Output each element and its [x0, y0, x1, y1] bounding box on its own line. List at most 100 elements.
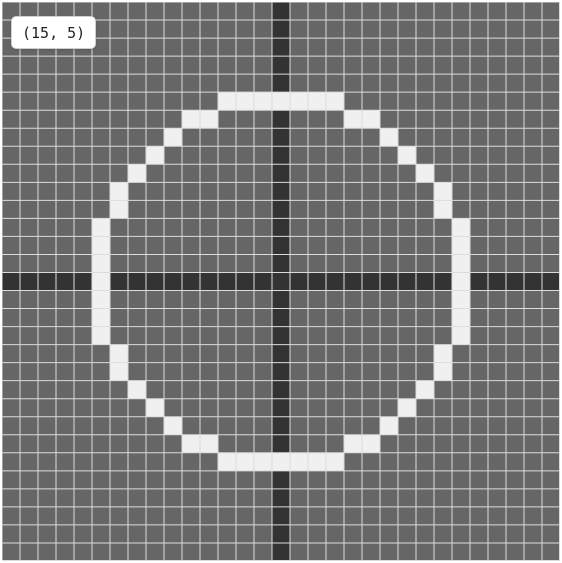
filled-cell[interactable] [290, 92, 308, 111]
filled-cell[interactable] [452, 326, 470, 345]
filled-cell[interactable] [452, 254, 470, 273]
filled-cell[interactable] [128, 380, 146, 399]
x-axis-cell[interactable] [20, 272, 38, 291]
y-axis-cell[interactable] [272, 488, 290, 507]
filled-cell[interactable] [218, 92, 236, 111]
x-axis-cell[interactable] [272, 272, 290, 291]
filled-cell[interactable] [272, 92, 290, 111]
filled-cell[interactable] [92, 236, 110, 255]
filled-cell[interactable] [218, 452, 236, 471]
filled-cell[interactable] [434, 182, 452, 201]
filled-cell[interactable] [146, 398, 164, 417]
filled-cell[interactable] [308, 92, 326, 111]
x-axis-cell[interactable] [416, 272, 434, 291]
y-axis-cell[interactable] [272, 290, 290, 309]
filled-cell[interactable] [326, 92, 344, 111]
x-axis-cell[interactable] [308, 272, 326, 291]
x-axis-cell[interactable] [146, 272, 164, 291]
filled-cell[interactable] [362, 110, 380, 129]
y-axis-cell[interactable] [272, 542, 290, 561]
y-axis-cell[interactable] [272, 308, 290, 327]
filled-cell[interactable] [182, 434, 200, 453]
filled-cell[interactable] [146, 146, 164, 165]
filled-cell[interactable] [398, 146, 416, 165]
x-axis-cell[interactable] [2, 272, 20, 291]
filled-cell[interactable] [182, 110, 200, 129]
filled-cell[interactable] [92, 218, 110, 237]
y-axis-cell[interactable] [272, 236, 290, 255]
y-axis-cell[interactable] [272, 470, 290, 489]
y-axis-cell[interactable] [272, 524, 290, 543]
y-axis-cell[interactable] [272, 74, 290, 93]
y-axis-cell[interactable] [272, 344, 290, 363]
y-axis-cell[interactable] [272, 218, 290, 237]
filled-cell[interactable] [236, 452, 254, 471]
filled-cell[interactable] [200, 110, 218, 129]
x-axis-cell[interactable] [182, 272, 200, 291]
x-axis-cell[interactable] [344, 272, 362, 291]
y-axis-cell[interactable] [272, 38, 290, 57]
x-axis-cell[interactable] [164, 272, 182, 291]
x-axis-cell[interactable] [380, 272, 398, 291]
y-axis-cell[interactable] [272, 20, 290, 39]
filled-cell[interactable] [452, 290, 470, 309]
filled-cell[interactable] [272, 452, 290, 471]
x-axis-cell[interactable] [218, 272, 236, 291]
filled-cell[interactable] [434, 200, 452, 219]
y-axis-cell[interactable] [272, 164, 290, 183]
filled-cell[interactable] [92, 308, 110, 327]
x-axis-cell[interactable] [434, 272, 452, 291]
filled-cell[interactable] [380, 416, 398, 435]
x-axis-cell[interactable] [38, 272, 56, 291]
x-axis-cell[interactable] [362, 272, 380, 291]
filled-cell[interactable] [452, 272, 470, 291]
filled-cell[interactable] [380, 128, 398, 147]
x-axis-cell[interactable] [542, 272, 560, 291]
filled-cell[interactable] [200, 434, 218, 453]
filled-cell[interactable] [92, 326, 110, 345]
x-axis-cell[interactable] [236, 272, 254, 291]
y-axis-cell[interactable] [272, 200, 290, 219]
y-axis-cell[interactable] [272, 110, 290, 129]
x-axis-cell[interactable] [470, 272, 488, 291]
filled-cell[interactable] [416, 380, 434, 399]
filled-cell[interactable] [452, 308, 470, 327]
filled-cell[interactable] [254, 452, 272, 471]
y-axis-cell[interactable] [272, 56, 290, 75]
x-axis-cell[interactable] [326, 272, 344, 291]
x-axis-cell[interactable] [110, 272, 128, 291]
filled-cell[interactable] [398, 398, 416, 417]
filled-cell[interactable] [326, 452, 344, 471]
pixel-grid[interactable] [2, 2, 560, 561]
filled-cell[interactable] [110, 362, 128, 381]
x-axis-cell[interactable] [506, 272, 524, 291]
filled-cell[interactable] [164, 128, 182, 147]
x-axis-cell[interactable] [290, 272, 308, 291]
pixel-grid-canvas[interactable] [2, 2, 560, 561]
y-axis-cell[interactable] [272, 326, 290, 345]
filled-cell[interactable] [110, 182, 128, 201]
filled-cell[interactable] [128, 164, 146, 183]
filled-cell[interactable] [290, 452, 308, 471]
x-axis-cell[interactable] [488, 272, 506, 291]
y-axis-cell[interactable] [272, 254, 290, 273]
filled-cell[interactable] [164, 416, 182, 435]
filled-cell[interactable] [110, 200, 128, 219]
filled-cell[interactable] [236, 92, 254, 111]
filled-cell[interactable] [344, 434, 362, 453]
filled-cell[interactable] [434, 362, 452, 381]
y-axis-cell[interactable] [272, 506, 290, 525]
y-axis-cell[interactable] [272, 182, 290, 201]
x-axis-cell[interactable] [128, 272, 146, 291]
x-axis-cell[interactable] [56, 272, 74, 291]
y-axis-cell[interactable] [272, 434, 290, 453]
x-axis-cell[interactable] [254, 272, 272, 291]
x-axis-cell[interactable] [74, 272, 92, 291]
x-axis-cell[interactable] [200, 272, 218, 291]
filled-cell[interactable] [254, 92, 272, 111]
y-axis-cell[interactable] [272, 398, 290, 417]
y-axis-cell[interactable] [272, 416, 290, 435]
filled-cell[interactable] [416, 164, 434, 183]
y-axis-cell[interactable] [272, 146, 290, 165]
filled-cell[interactable] [110, 344, 128, 363]
